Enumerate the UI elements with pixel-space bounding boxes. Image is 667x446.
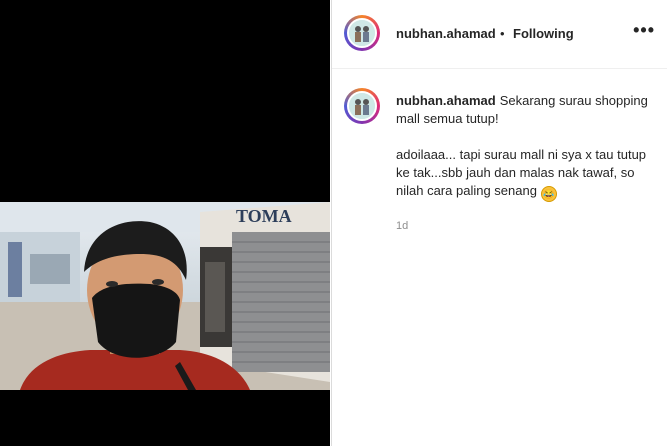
post-header: nubhan.ahamad • Following •••	[332, 0, 667, 69]
mall-selfie-illustration: TOMA	[0, 202, 330, 390]
caption-line-2: adoilaaa... tapi surau mall ni sya x tau…	[396, 147, 647, 198]
store-sign-text: TOMA	[236, 206, 292, 226]
profile-avatar-icon[interactable]	[344, 15, 380, 51]
post-photo: TOMA	[0, 202, 330, 390]
separator-dot: •	[500, 26, 505, 41]
caption-text: nubhan.ahamad Sekarang surau shopping mal…	[396, 88, 654, 202]
rofl-emoji-icon: 😂	[540, 186, 557, 202]
following-button[interactable]: Following	[513, 26, 574, 41]
caption-username-link[interactable]: nubhan.ahamad	[396, 93, 496, 108]
post-timestamp[interactable]: 1d	[396, 220, 654, 232]
caption-avatar-icon[interactable]	[344, 88, 380, 124]
caption-comment: nubhan.ahamad Sekarang surau shopping mal…	[344, 88, 654, 232]
more-options-icon[interactable]: •••	[633, 20, 655, 41]
post-details-panel: nubhan.ahamad • Following ••• nubhan.aha…	[331, 0, 667, 446]
post-media[interactable]: TOMA	[0, 0, 330, 446]
header-username-link[interactable]: nubhan.ahamad	[396, 26, 496, 41]
